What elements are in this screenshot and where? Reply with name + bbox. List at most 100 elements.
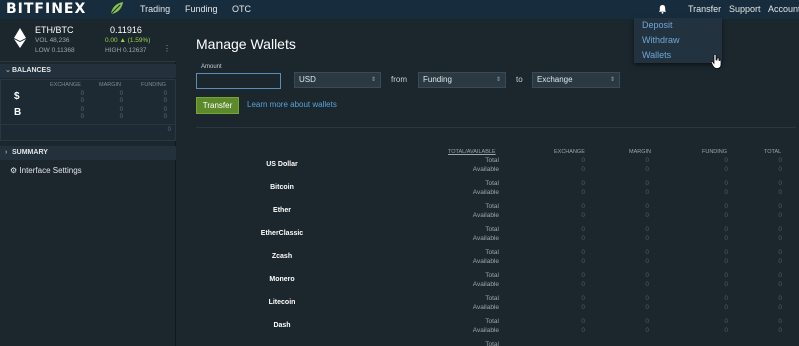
total-label: Total [485,180,499,187]
dropdown-withdraw[interactable]: Withdraw [642,35,680,45]
col-exchange: EXCHANGE [554,149,585,155]
col-total-available[interactable]: TOTAL/AVAILABLE [448,149,496,155]
wallet-name: Monero [269,276,295,283]
select-arrows-icon: ⇕ [370,77,376,83]
wallet-value: 0 [645,295,649,302]
wallet-value: 0 [581,258,585,265]
nav-otc[interactable]: OTC [232,4,251,14]
wallet-value: 0 [581,318,585,325]
wallet-value: 0 [645,226,649,233]
wallet-value: 0 [645,249,649,256]
wallet-value: 0 [581,235,585,242]
chevron-down-icon: ⌄ [5,67,11,74]
from-select[interactable]: Funding ⇕ [418,72,506,88]
wallet-value: 0 [645,212,649,219]
total-label: Total [485,318,499,325]
page-title: Manage Wallets [196,36,296,52]
wallet-value: 0 [645,304,649,311]
ticker-symbol: ETH/BTC [35,25,74,35]
learn-more-link[interactable]: Learn more about wallets [247,100,337,109]
more-options-icon[interactable]: ⋮ [163,44,171,53]
nav-support[interactable]: Support [729,4,761,14]
from-value: Funding [423,75,452,84]
balance-cell: 0 [119,98,123,104]
dropdown-wallets[interactable]: Wallets [642,50,671,60]
logo-text[interactable]: BITFINEX [6,1,86,17]
wallet-value: 0 [724,304,728,311]
select-arrows-icon: ⇕ [495,77,501,83]
to-select[interactable]: Exchange ⇕ [532,72,620,88]
balances-header[interactable]: ⌄ BALANCES [0,64,176,78]
wallet-value: 0 [724,226,728,233]
wallet-value: 0 [581,304,585,311]
available-label: Available [472,166,499,173]
total-label: Total [485,226,499,233]
wallet-value: 0 [581,226,585,233]
amount-input[interactable] [196,73,281,89]
balances-title: BALANCES [12,67,51,74]
currency-select[interactable]: USD ⇕ [294,72,381,88]
ethereum-icon [14,28,26,48]
wallet-value: 0 [724,281,728,288]
wallet-value: 0 [581,272,585,279]
wallet-name: Zcash [271,253,293,260]
nav-funding[interactable]: Funding [185,4,218,14]
col-funding: FUNDING [702,149,728,155]
wallet-value: 0 [581,189,585,196]
transfer-button[interactable]: Transfer [196,97,239,114]
wallet-value: 0 [645,235,649,242]
top-nav: BITFINEX Trading Funding OTC Transfer Su… [0,0,799,19]
available-label: Available [472,281,499,288]
interface-settings-link[interactable]: ⚙ Interface Settings [10,166,82,175]
wallet-value: 0 [724,258,728,265]
total-label: Total [485,249,499,256]
wallet-name: Bitcoin [270,184,294,191]
wallet-value: 0 [724,327,728,334]
transfer-dropdown: Deposit Withdraw Wallets [634,18,722,63]
balances-table: EXCHANGE MARGIN FUNDING $ 0 0 0 0 0 0 B … [0,79,176,141]
balances-total: 0 [167,127,171,133]
wallet-value: 0 [778,189,782,196]
wallet-value: 0 [581,212,585,219]
interface-settings-label: Interface Settings [19,166,82,175]
to-value: Exchange [537,75,573,84]
wallet-value: 0 [724,203,728,210]
btc-symbol: B [14,107,22,118]
balance-cell: 0 [163,98,167,104]
ticker-panel[interactable]: ETH/BTC 0.11916 VOL 48,236 0.00 ▲ (1.59%… [0,19,176,62]
dropdown-deposit[interactable]: Deposit [642,20,673,30]
wallet-value: 0 [645,327,649,334]
nav-trading[interactable]: Trading [140,4,170,14]
balance-cell: 0 [163,114,167,120]
ticker-high: HIGH 0.12637 [105,47,147,54]
col-margin: MARGIN [629,149,651,155]
wallet-value: 0 [724,318,728,325]
divider [1,124,175,125]
wallet-value: 0 [645,272,649,279]
wallet-value: 0 [645,157,649,164]
wallet-value: 0 [778,318,782,325]
balance-cell: 0 [119,91,123,97]
summary-header[interactable]: › SUMMARY [0,146,176,160]
to-label: to [516,75,523,84]
ticker-volume: VOL 48,236 [35,37,70,44]
wallet-value: 0 [778,157,782,164]
from-label: from [391,75,407,84]
available-label: Available [472,235,499,242]
balance-cell: 0 [80,114,84,120]
balance-cell: 0 [80,91,84,97]
wallet-value: 0 [778,203,782,210]
wallet-value: 0 [645,166,649,173]
nav-account[interactable]: Account [768,4,799,14]
wallet-value: 0 [724,235,728,242]
wallet-value: 0 [778,166,782,173]
gear-icon: ⚙ [10,166,18,175]
total-label: Total [485,341,499,346]
wallet-value: 0 [778,180,782,187]
nav-transfer[interactable]: Transfer [688,4,721,14]
balance-cell: 0 [163,107,167,113]
ticker-low: LOW 0.11368 [35,47,75,54]
bell-icon[interactable] [658,4,667,14]
wallet-value: 0 [645,281,649,288]
leaf-logo-icon [110,1,124,15]
